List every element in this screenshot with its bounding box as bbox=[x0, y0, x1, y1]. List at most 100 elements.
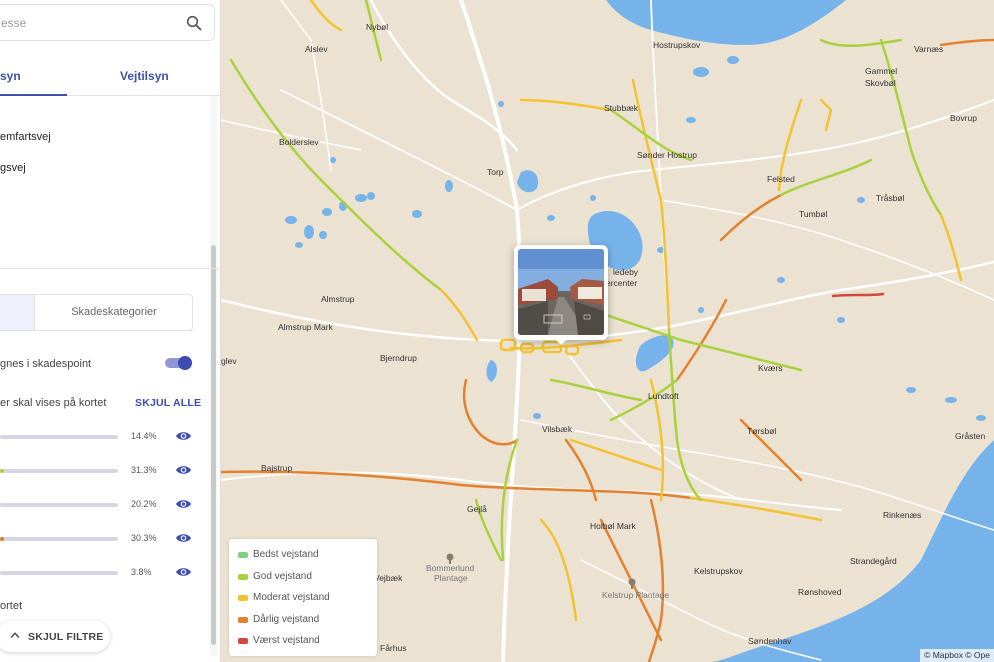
place-label: Bolderslev bbox=[279, 137, 319, 147]
section-divider bbox=[0, 268, 220, 269]
category-progress-bar bbox=[0, 469, 118, 473]
place-label: Gråsten bbox=[955, 431, 986, 441]
place-label: Skovbøl bbox=[865, 78, 896, 88]
category-progress-bar bbox=[0, 503, 118, 507]
legend-label: Bedst vejstand bbox=[253, 549, 319, 560]
popup-pointer bbox=[555, 339, 567, 345]
category-row: 3.8% bbox=[0, 564, 205, 582]
legend-swatch bbox=[238, 595, 248, 601]
category-row: 31.3% bbox=[0, 462, 205, 480]
sea-water bbox=[711, 440, 994, 662]
place-label: Varnæs bbox=[914, 44, 944, 54]
lake-water bbox=[635, 335, 674, 372]
place-label: Alslev bbox=[305, 44, 328, 54]
map-canvas[interactable]: Nybøl Alslev Hostrupskov Varnæs Gammel Skovbø… bbox=[221, 0, 994, 662]
category-row: 30.3% bbox=[0, 530, 205, 548]
legend-label: Værst vejstand bbox=[253, 635, 320, 646]
place-label: Gejlå bbox=[467, 504, 487, 514]
place-label: Tråsbøl bbox=[876, 193, 905, 203]
hide-filters-button[interactable]: SKJUL FILTRE bbox=[0, 621, 110, 652]
category-row: 20.2% bbox=[0, 496, 205, 514]
search-placeholder: esse bbox=[1, 16, 27, 30]
category-progress-bar bbox=[0, 571, 118, 575]
category-percent: 3.8% bbox=[131, 567, 152, 577]
hide-all-button[interactable]: SKJUL ALLE bbox=[135, 397, 201, 409]
place-label: Fårhus bbox=[380, 643, 407, 653]
street-photo-popup[interactable] bbox=[514, 245, 608, 345]
tab-vejtilsyn[interactable]: Vejtilsyn bbox=[120, 69, 169, 83]
place-label: Almstrup Mark bbox=[278, 322, 333, 332]
place-label: Nybøl bbox=[366, 22, 389, 32]
segment-option-selected[interactable] bbox=[0, 295, 34, 330]
road-type-item[interactable]: emfartsvej bbox=[0, 131, 51, 143]
place-label: Vilsbæk bbox=[542, 424, 573, 434]
map-section-label: ortet bbox=[0, 600, 23, 612]
app-window: esse syn Vejtilsyn emfartsvej gsvej Skad… bbox=[0, 0, 994, 662]
damage-points-toggle-label: gnes i skadespoint bbox=[0, 358, 92, 370]
place-label: ledeby bbox=[613, 267, 639, 277]
eye-icon[interactable] bbox=[175, 566, 192, 578]
category-percent: 30.3% bbox=[131, 533, 157, 543]
eye-icon[interactable] bbox=[175, 498, 192, 510]
hide-filters-label: SKJUL FILTRE bbox=[28, 631, 104, 643]
place-label: Stubbæk bbox=[604, 103, 639, 113]
category-progress-bar bbox=[0, 435, 118, 439]
legend-label: Dårlig vejstand bbox=[253, 613, 320, 625]
place-label: Rinkenæs bbox=[883, 510, 922, 520]
legend-swatch bbox=[238, 573, 248, 580]
place-label: Gammel bbox=[865, 66, 898, 76]
chevron-up-icon bbox=[10, 632, 20, 638]
place-label: Kværs bbox=[758, 363, 783, 373]
place-label: glev bbox=[221, 356, 237, 366]
map-attribution[interactable]: © Mapbox © Ope bbox=[920, 649, 994, 662]
search-icon[interactable] bbox=[186, 15, 202, 31]
place-label: Tørsbøl bbox=[747, 426, 777, 436]
eye-icon[interactable] bbox=[175, 430, 192, 442]
category-percent: 14.4% bbox=[131, 431, 157, 441]
category-progress-bar bbox=[0, 537, 118, 541]
lake-water bbox=[486, 360, 497, 382]
place-label: Bovrup bbox=[950, 113, 977, 123]
place-label: Torp bbox=[487, 167, 504, 177]
place-label: Holbøl Mark bbox=[590, 521, 636, 531]
category-progress-fill bbox=[0, 537, 4, 541]
filter-sidebar: esse syn Vejtilsyn emfartsvej gsvej Skad… bbox=[0, 0, 221, 662]
place-label: Kelstrupskov bbox=[694, 566, 743, 576]
category-percent: 31.3% bbox=[131, 465, 157, 475]
eye-icon[interactable] bbox=[175, 532, 192, 544]
lake-water bbox=[517, 170, 539, 193]
place-label: Lundtoft bbox=[648, 391, 679, 401]
forest-icon bbox=[446, 553, 636, 589]
place-label: Felsted bbox=[767, 174, 795, 184]
category-percent: 20.2% bbox=[131, 499, 157, 509]
view-segmented-control: Skadeskategorier bbox=[0, 294, 193, 331]
legend-swatch bbox=[238, 638, 248, 644]
place-label: Strandegård bbox=[850, 556, 897, 566]
category-progress-fill bbox=[0, 469, 4, 473]
scrollbar-thumb[interactable] bbox=[211, 245, 216, 645]
legend-label: Moderat vejstand bbox=[253, 592, 330, 603]
place-label: Tumbøl bbox=[799, 209, 828, 219]
road-type-item[interactable]: gsvej bbox=[0, 162, 26, 174]
legend-swatch bbox=[238, 552, 248, 558]
street-photo[interactable] bbox=[518, 249, 604, 335]
place-label: Bommerlund bbox=[426, 563, 475, 573]
place-label: Kelstrup Plantage bbox=[602, 590, 670, 600]
segment-option-damage-categories[interactable]: Skadeskategorier bbox=[34, 295, 193, 330]
place-label: Almstrup bbox=[321, 294, 355, 304]
fjord-water bbox=[606, 0, 846, 45]
toggle-knob bbox=[178, 356, 192, 370]
place-label: Hostrupskov bbox=[653, 40, 701, 50]
damage-points-toggle[interactable] bbox=[165, 356, 193, 370]
place-label: ercenter bbox=[606, 278, 638, 288]
search-input[interactable]: esse bbox=[0, 4, 215, 41]
visible-categories-label: er skal vises på kortet bbox=[0, 397, 107, 409]
inspection-tabs: syn Vejtilsyn bbox=[0, 60, 220, 96]
category-row: 14.4% bbox=[0, 428, 205, 446]
place-label: Rønshoved bbox=[798, 587, 842, 597]
place-label: Bajstrup bbox=[261, 463, 293, 473]
eye-icon[interactable] bbox=[175, 464, 192, 476]
legend-swatch bbox=[238, 616, 248, 623]
tab-skadesyn[interactable]: syn bbox=[0, 69, 21, 83]
place-label: Vejbæk bbox=[374, 573, 403, 583]
